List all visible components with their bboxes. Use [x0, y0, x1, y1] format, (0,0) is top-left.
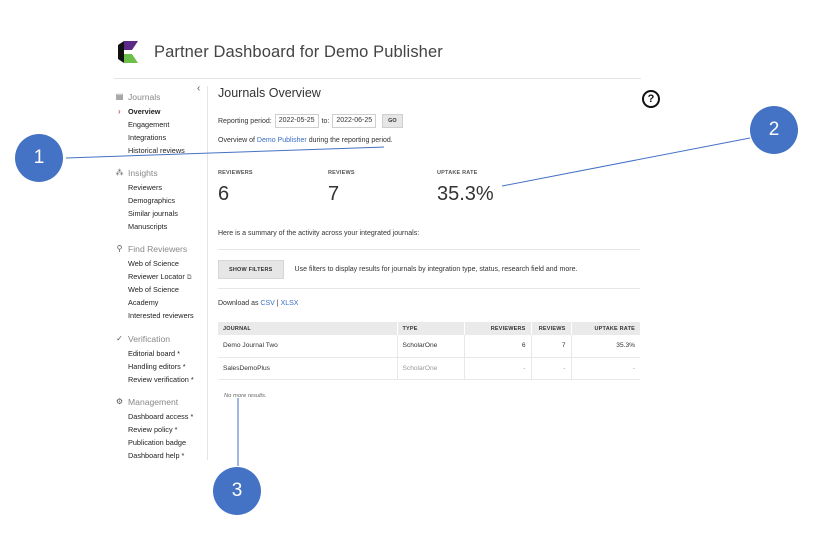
column-header-reviews[interactable]: REVIEWS [531, 322, 572, 335]
table-header-row: JOURNAL TYPE REVIEWERS REVIEWS UPTAKE RA… [218, 322, 640, 335]
divider [218, 249, 640, 250]
sidebar-section-journals: ▤ Journals › Overview Engagement Integrat… [114, 90, 208, 157]
reporting-period-label: Reporting period: [218, 117, 272, 125]
sidebar-section-title: Insights [128, 167, 158, 178]
sidebar-item-reviewer-locator[interactable]: Reviewer Locator ⧉ [114, 270, 208, 283]
filters-row: SHOW FILTERS Use filters to display resu… [218, 260, 577, 279]
sidebar-item-review-verification[interactable]: Review verification * [114, 373, 208, 386]
journal-type: ScholarOne [397, 335, 465, 358]
sidebar-section-verification: ✓ Verification Editorial board * Handlin… [114, 332, 208, 386]
journal-uptake-rate: - [571, 357, 640, 380]
go-button[interactable]: GO [382, 114, 403, 128]
table-row: Demo Journal Two ScholarOne 6 7 35.3% [218, 335, 640, 358]
column-header-journal[interactable]: JOURNAL [218, 322, 398, 335]
sidebar-item-dashboard-help[interactable]: Dashboard help * [114, 449, 208, 462]
download-xlsx-link[interactable]: XLSX [281, 300, 299, 307]
reporting-period: Reporting period: 2022-05-25 to: 2022-06… [218, 113, 640, 129]
column-header-reviewers[interactable]: REVIEWERS [464, 322, 532, 335]
sidebar-item-reviewers[interactable]: Reviewers [114, 181, 208, 194]
no-more-results-text: No more results. [224, 393, 267, 399]
sidebar-item-web-of-science-academy[interactable]: Academy [114, 296, 208, 309]
table-row: SalesDemoPlus ScholarOne - - - [218, 357, 640, 380]
help-icon[interactable]: ? [642, 90, 660, 108]
gear-icon: ⚙ [115, 397, 124, 406]
journal-reviewers: 6 [464, 335, 532, 358]
journal-reviews: - [531, 357, 572, 380]
journal-name: Demo Journal Two [218, 335, 398, 358]
sidebar-section-title: Management [128, 396, 179, 407]
sidebar-item-dashboard-access[interactable]: Dashboard access * [114, 410, 208, 423]
journal-name: SalesDemoPlus [218, 357, 398, 380]
sidebar-item-interested-reviewers[interactable]: Interested reviewers [114, 309, 208, 322]
sidebar-item-handling-editors[interactable]: Handling editors * [114, 360, 208, 373]
sidebar-section-title: Journals [128, 91, 161, 102]
stat-reviews: REVIEWS 7 [328, 170, 355, 205]
sidebar-section-title: Find Reviewers [128, 243, 188, 254]
callout-1: 1 [15, 134, 63, 182]
start-date-input[interactable]: 2022-05-25 [274, 114, 319, 128]
sidebar-section-management: ⚙ Management Dashboard access * Review p… [114, 395, 208, 462]
sidebar-section-find-reviewers: ⚲ Find Reviewers Web of Science Reviewer… [114, 242, 208, 322]
download-csv-link[interactable]: CSV [260, 300, 274, 307]
column-header-type[interactable]: TYPE [397, 322, 465, 335]
sidebar-item-review-policy[interactable]: Review policy * [114, 423, 208, 436]
to-label: to: [321, 117, 330, 125]
insights-icon: ⁂ [115, 168, 124, 177]
sidebar-item-overview[interactable]: › Overview [114, 105, 208, 118]
summary-text: Here is a summary of the activity across… [218, 230, 420, 237]
overview-text: Overview of Demo Publisher during the re… [218, 137, 393, 144]
sidebar-item-demographics[interactable]: Demographics [114, 194, 208, 207]
app-title: Partner Dashboard for Demo Publisher [154, 42, 443, 61]
sidebar-item-web-of-science[interactable]: Web of Science [114, 257, 208, 270]
check-icon: ✓ [116, 334, 123, 343]
sidebar-item-engagement[interactable]: Engagement [114, 118, 208, 131]
page-title: Journals Overview [218, 86, 321, 100]
journal-reviewers: - [464, 357, 532, 380]
sidebar-item-historical-reviews[interactable]: Historical reviews [114, 144, 208, 157]
sidebar-section-insights: ⁂ Insights Reviewers Demographics Simila… [114, 166, 208, 233]
show-filters-button[interactable]: SHOW FILTERS [218, 260, 284, 279]
sidebar-section-title: Verification [128, 333, 171, 344]
app-header: Partner Dashboard for Demo Publisher [114, 36, 443, 68]
chevron-right-icon: › [118, 107, 121, 116]
end-date-input[interactable]: 2022-06-25 [332, 114, 377, 128]
filters-help-text: Use filters to display results for journ… [294, 266, 578, 273]
journal-uptake-rate: 35.3% [571, 335, 640, 358]
journal-reviews: 7 [531, 335, 572, 358]
sidebar-item-manuscripts[interactable]: Manuscripts [114, 220, 208, 233]
sidebar-item-similar-journals[interactable]: Similar journals [114, 207, 208, 220]
logo-icon [118, 41, 138, 63]
journals-icon: ▤ [115, 92, 124, 101]
callout-3: 3 [213, 467, 261, 515]
external-link-icon: ⧉ [186, 274, 192, 281]
sidebar-item-publication-badge[interactable]: Publication badge [114, 436, 208, 449]
stats-row: REVIEWERS 6 REVIEWS 7 UPTAKE RATE 35.3% [218, 170, 640, 206]
header-divider [114, 78, 641, 79]
publisher-link[interactable]: Demo Publisher [257, 137, 307, 144]
callout-2: 2 [750, 106, 798, 154]
column-header-uptake-rate[interactable]: UPTAKE RATE [571, 322, 640, 335]
divider [218, 288, 640, 289]
search-icon: ⚲ [116, 244, 123, 253]
sidebar: ‹ ▤ Journals › Overview Engagement Integr… [114, 83, 208, 462]
journals-table: JOURNAL TYPE REVIEWERS REVIEWS UPTAKE RA… [218, 322, 640, 380]
sidebar-item-web-of-science-academy[interactable]: Web of Science [114, 283, 208, 296]
sidebar-item-integrations[interactable]: Integrations [114, 131, 208, 144]
journal-type: ScholarOne [397, 357, 465, 380]
sidebar-item-editorial-board[interactable]: Editorial board * [114, 347, 208, 360]
stat-uptake-rate: UPTAKE RATE 35.3% [437, 170, 494, 205]
main-content: Journals Overview Reporting period: 2022… [218, 86, 640, 399]
stat-reviewers: REVIEWERS 6 [218, 170, 253, 205]
download-row: Download as CSV | XLSX [218, 300, 299, 307]
